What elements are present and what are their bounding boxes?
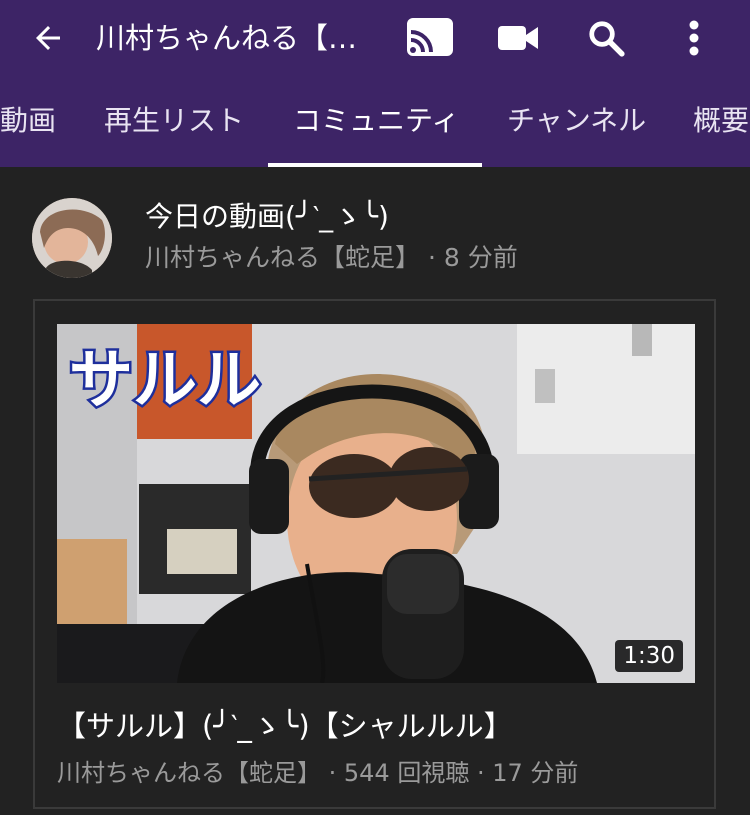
video-card[interactable]: サルル 1:30 【サルル】(╯‵_ゝ╰)【シャルルル】 川村ちゃんねる【蛇足】… [33,299,716,809]
tab-community[interactable]: コミュニティ [293,75,459,167]
cast-button[interactable] [404,12,456,64]
video-meta: 川村ちゃんねる【蛇足】 · 544 回視聴 · 17 分前 [57,759,579,787]
back-button[interactable] [24,14,72,62]
video-thumbnail[interactable]: サルル 1:30 [57,324,695,683]
search-button[interactable] [580,12,632,64]
channel-tabs: 動画 再生リスト コミュニティ チャンネル 概要 [0,75,750,167]
more-vert-icon [689,20,699,56]
tab-about[interactable]: 概要 [693,75,749,167]
thumbnail-caption: サルル [69,344,261,418]
upload-video-button[interactable] [492,12,544,64]
post-meta[interactable]: 川村ちゃんねる【蛇足】 · 8 分前 [145,238,518,274]
back-arrow-icon [36,26,60,50]
tab-channels[interactable]: チャンネル [507,75,646,167]
tab-playlists[interactable]: 再生リスト [104,75,244,167]
post-title: 今日の動画(╯‵_ゝ╰) [145,200,389,233]
more-options-button[interactable] [668,12,720,64]
search-icon [589,21,625,57]
tab-videos[interactable]: 動画 [0,75,56,167]
cast-icon [407,18,453,56]
camera-icon [498,26,538,50]
video-title[interactable]: 【サルル】(╯‵_ゝ╰)【シャルルル】 [57,703,513,745]
video-duration: 1:30 [615,640,683,672]
app-bar: 川村ちゃんねる【… 動画 再生リスト コミュニティ チャンネル 概要 [0,0,750,167]
channel-title: 川村ちゃんねる【… [96,21,358,55]
avatar-image [32,198,112,278]
active-tab-indicator [268,163,482,167]
avatar[interactable] [32,198,112,278]
top-bar: 川村ちゃんねる【… [0,0,750,75]
community-post-header: 今日の動画(╯‵_ゝ╰) 川村ちゃんねる【蛇足】 · 8 分前 [0,175,750,285]
thumbnail-image: サルル [57,324,695,683]
